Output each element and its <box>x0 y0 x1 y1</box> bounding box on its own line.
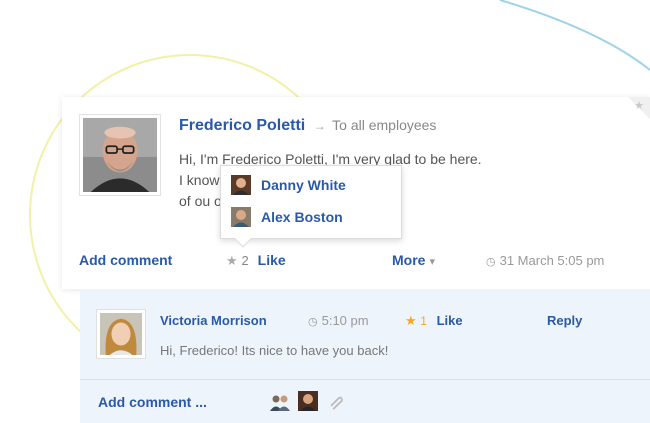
reply-button[interactable]: Reply <box>547 313 582 328</box>
liker-name: Alex Boston <box>261 209 343 225</box>
author-avatar[interactable] <box>79 114 161 196</box>
star-icon: ★ <box>405 313 417 328</box>
commenter-photo-icon <box>100 313 142 355</box>
like-count[interactable]: 2 <box>242 253 249 268</box>
comment-time-text: 5:10 pm <box>321 313 369 328</box>
comment-time: ◷ 5:10 pm <box>308 313 369 328</box>
author-photo-icon <box>83 118 157 192</box>
likers-tooltip: Danny White Alex Boston <box>220 165 402 248</box>
post-actions: Add comment ★ 2 Like More ▾ ◷ 31 March 5:0… <box>62 249 650 273</box>
users-group-icon[interactable] <box>270 391 290 411</box>
commenter-name[interactable]: Victoria Morrison <box>160 313 267 328</box>
avatar-icon <box>231 175 251 195</box>
star-icon: ★ <box>226 253 238 268</box>
attachment-icons <box>270 391 344 411</box>
like-button[interactable]: Like <box>258 252 286 268</box>
comment-avatar[interactable] <box>96 309 146 359</box>
user-icon[interactable] <box>298 391 318 411</box>
comment-like-group: ★ 1 Like <box>405 313 463 329</box>
more-label: More <box>392 252 426 268</box>
timestamp-text: 31 March 5:05 pm <box>499 253 605 268</box>
post-timestamp: ◷ 31 March 5:05 pm <box>486 253 604 268</box>
avatar-icon <box>231 207 251 227</box>
more-menu-button[interactable]: More ▾ <box>392 252 435 268</box>
clock-icon: ◷ <box>308 316 318 328</box>
like-group: ★ 2 Like <box>226 252 286 269</box>
arrow-right-icon: → <box>313 119 326 133</box>
liker-name: Danny White <box>261 177 346 193</box>
add-comment-button[interactable]: Add comment <box>79 252 172 268</box>
comment-text: Hi, Frederico! Its nice to have you back… <box>160 343 389 358</box>
post-audience: To all employees <box>332 117 437 133</box>
chevron-down-icon: ▾ <box>429 256 435 268</box>
comment-header: Victoria Morrison ◷ 5:10 pm ★ 1 Like Repl… <box>160 313 630 333</box>
clock-icon: ◷ <box>486 256 496 268</box>
paperclip-icon[interactable] <box>326 392 344 410</box>
add-new-comment-button[interactable]: Add comment ... <box>98 394 207 410</box>
comment-like-count[interactable]: 1 <box>420 314 427 328</box>
post-author-name[interactable]: Frederico Poletti <box>179 117 305 134</box>
liker-item[interactable]: Alex Boston <box>231 206 343 228</box>
divider <box>80 379 650 380</box>
corner-star-icon[interactable]: ★ <box>634 99 644 112</box>
liker-item[interactable]: Danny White <box>231 174 346 196</box>
comment-like-button[interactable]: Like <box>437 313 463 328</box>
comments-panel: Victoria Morrison ◷ 5:10 pm ★ 1 Like Repl… <box>80 289 650 423</box>
post-header: Frederico Poletti → To all employees <box>179 117 436 135</box>
